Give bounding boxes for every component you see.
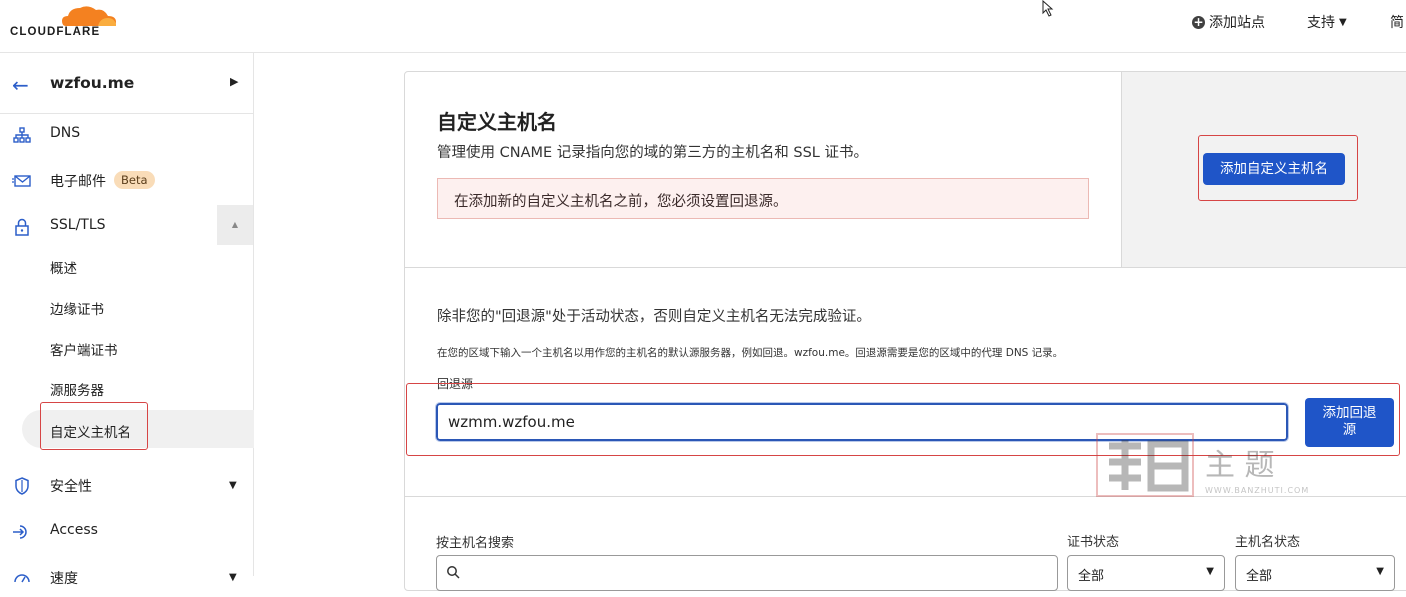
sidebar: ← wzfou.me ▶ DNS 电子邮件 Beta SSL/TLS ▲ 概述 … (0, 53, 254, 587)
chevron-right-icon: ▶ (230, 75, 239, 88)
sidebar-item-label: 电子邮件 (50, 174, 106, 190)
sidebar-subitem-edge-certificates[interactable]: 边缘证书 (50, 298, 104, 318)
logo-text: CLOUDFLARE (10, 26, 101, 38)
sidebar-subitem-overview[interactable]: 概述 (50, 257, 77, 277)
fallback-info-text: 除非您的"回退源"处于活动状态，否则自定义主机名无法完成验证。 (437, 309, 871, 325)
host-status-select[interactable]: 全部 ▼ (1235, 555, 1395, 591)
cloudflare-logo[interactable]: CLOUDFLARE (10, 2, 120, 42)
watermark-text: 主 题 (1205, 448, 1275, 483)
sidebar-subitem-origin-server[interactable]: 源服务器 (50, 379, 104, 399)
cert-status-label: 证书状态 (1067, 535, 1120, 550)
language-menu[interactable]: 简 (1390, 12, 1404, 32)
sidebar-item-ssl-tls[interactable]: SSL/TLS (0, 206, 253, 246)
warning-banner: 在添加新的自定义主机名之前，您必须设置回退源。 (437, 178, 1089, 219)
sidebar-item-label: DNS (50, 125, 81, 141)
sidebar-item-label: 安全性 (50, 479, 92, 495)
plus-circle-icon: + (1192, 14, 1205, 29)
highlight-box-add-hostname (1198, 135, 1358, 201)
watermark-url: WWW.BANZHUTI.COM (1205, 486, 1310, 495)
access-icon (13, 525, 27, 539)
network-icon (13, 127, 31, 143)
search-hostname-label: 按主机名搜索 (436, 536, 515, 551)
mouse-cursor-icon (1042, 0, 1054, 17)
sidebar-item-label: 速度 (50, 571, 78, 587)
divider (405, 267, 1406, 268)
sidebar-item-email[interactable]: 电子邮件 Beta (0, 160, 253, 200)
collapse-ssl-button[interactable]: ▲ (217, 205, 253, 245)
speed-icon (14, 574, 30, 583)
caret-down-icon: ▼ (229, 480, 237, 491)
sidebar-item-label: Access (50, 522, 98, 538)
watermark: 主 题 WWW.BANZHUTI.COM (1095, 432, 1325, 500)
support-menu[interactable]: 支持 ▼ (1307, 12, 1347, 32)
top-bar: CLOUDFLARE + 添加站点 支持 ▼ 简 (0, 0, 1406, 53)
host-status-value: 全部 (1246, 569, 1273, 584)
beta-badge: Beta (114, 171, 155, 189)
hostname-search-input[interactable] (436, 555, 1058, 591)
search-icon (447, 566, 460, 579)
caret-down-icon: ▼ (1206, 566, 1214, 577)
lock-icon (15, 218, 29, 236)
add-site-label: 添加站点 (1209, 15, 1265, 31)
sidebar-item-label: SSL/TLS (50, 217, 106, 233)
add-site-link[interactable]: + 添加站点 (1192, 12, 1265, 32)
watermark-seal-icon (1096, 433, 1194, 497)
sidebar-item-access[interactable]: Access (0, 511, 253, 551)
back-arrow-icon[interactable]: ← (12, 73, 29, 97)
caret-down-icon: ▼ (1376, 566, 1384, 577)
shield-icon (15, 477, 29, 495)
warning-text: 在添加新的自定义主机名之前，您必须设置回退源。 (454, 194, 788, 210)
site-name: wzfou.me (50, 74, 135, 92)
cert-status-value: 全部 (1078, 569, 1105, 584)
caret-down-icon: ▼ (229, 572, 237, 583)
sidebar-item-security[interactable]: 安全性 ▼ (0, 465, 253, 505)
cloud-logo-icon (62, 6, 116, 27)
cert-status-select[interactable]: 全部 ▼ (1067, 555, 1225, 591)
page-description: 管理使用 CNAME 记录指向您的域的第三方的主机名和 SSL 证书。 (437, 145, 868, 161)
fallback-hint-text: 在您的区域下输入一个主机名以用作您的主机名的默认源服务器，例如回退。wzfou.… (437, 347, 1064, 359)
support-label: 支持 (1307, 15, 1335, 31)
caret-down-icon: ▼ (1339, 16, 1347, 28)
host-status-label: 主机名状态 (1235, 535, 1301, 550)
page-title: 自定义主机名 (437, 110, 557, 134)
highlight-box-custom-hostnames (40, 402, 148, 450)
site-selector[interactable]: ← wzfou.me ▶ (0, 53, 253, 114)
sidebar-item-dns[interactable]: DNS (0, 114, 253, 154)
sidebar-subitem-client-certificates[interactable]: 客户端证书 (50, 339, 118, 359)
sidebar-item-speed[interactable]: 速度 ▼ (0, 557, 253, 597)
email-icon (12, 175, 31, 187)
